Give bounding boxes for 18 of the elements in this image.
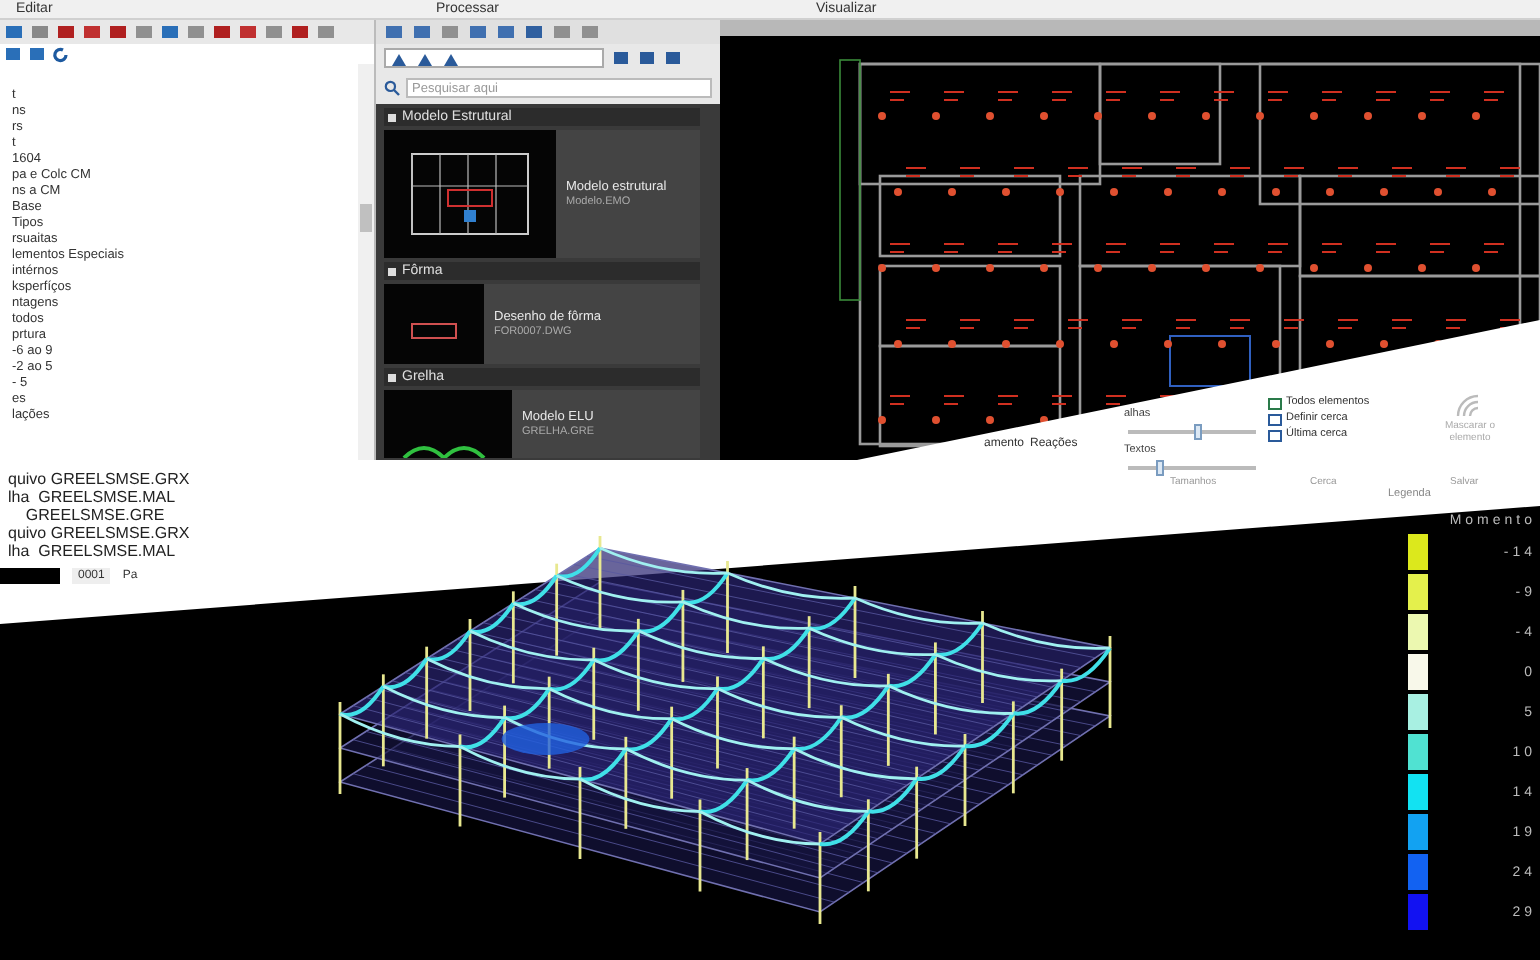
log-line: GREELSMSE.GRE: [23, 506, 167, 524]
collapse-icon[interactable]: [388, 113, 396, 121]
log-line: lha GREELSMSE.MAL: [8, 542, 178, 560]
collapse-icon[interactable]: [388, 267, 396, 275]
plan-thumbnail: [384, 284, 484, 364]
log-line: quivo GREELSMSE.GRX: [8, 470, 190, 488]
slider-thumb[interactable]: [1194, 424, 1203, 440]
scrollbar[interactable]: [358, 64, 374, 460]
slider-thumb[interactable]: [1156, 460, 1164, 476]
log-line: lha GREELSMSE.MAL: [8, 488, 178, 506]
scrollbar-thumb[interactable]: [360, 204, 372, 232]
collapse-icon[interactable]: [388, 373, 396, 381]
log-line: quivo GREELSMSE.GRX: [8, 524, 190, 542]
view-dropdown[interactable]: [384, 48, 604, 68]
refresh-icon[interactable]: [52, 45, 70, 63]
plan-thumbnail: [384, 390, 512, 458]
status-bar-block: [0, 568, 60, 584]
search-icon[interactable]: [384, 80, 400, 96]
